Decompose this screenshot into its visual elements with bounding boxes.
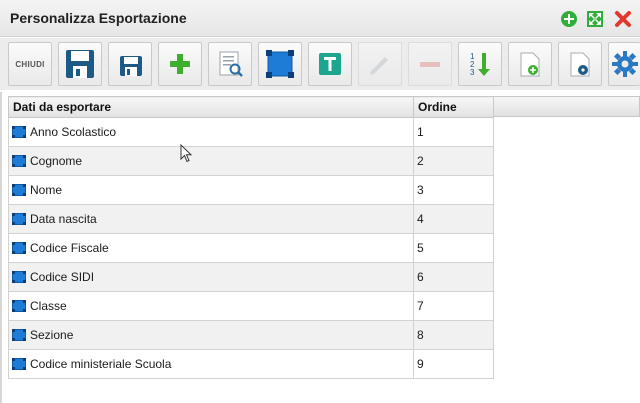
- order-cell[interactable]: 8: [413, 320, 494, 350]
- field-icon: [12, 184, 26, 196]
- export-fields-grid: Dati da esportare Ordine Anno Scolastico…: [8, 96, 640, 386]
- document-info-icon: [570, 52, 590, 77]
- select-field-icon: [266, 50, 294, 78]
- field-icon: [12, 155, 26, 167]
- close-button[interactable]: CHIUDI: [8, 42, 52, 86]
- table-row[interactable]: Sezione 8: [8, 320, 494, 350]
- table-row[interactable]: Nome 3: [8, 175, 494, 205]
- field-icon: [12, 358, 26, 370]
- sort-order-icon: 123: [470, 52, 490, 77]
- field-cell[interactable]: Sezione: [8, 320, 414, 350]
- order-cell[interactable]: 2: [413, 146, 494, 176]
- settings-icon: [611, 51, 638, 77]
- field-icon: [12, 329, 26, 341]
- field-icon: [12, 300, 26, 312]
- order-cell[interactable]: 6: [413, 262, 494, 292]
- save-icon: [66, 50, 94, 78]
- text-icon: [319, 53, 341, 75]
- panel-left-border: [0, 92, 2, 403]
- add-icon: [170, 54, 190, 74]
- title-bar: Personalizza Esportazione: [0, 0, 640, 37]
- select-field-button[interactable]: [258, 42, 302, 86]
- table-row[interactable]: Classe 7: [8, 291, 494, 321]
- dialog-title: Personalizza Esportazione: [10, 10, 187, 26]
- save-as-button[interactable]: [108, 42, 152, 86]
- remove-icon: [420, 62, 440, 67]
- field-cell[interactable]: Data nascita: [8, 204, 414, 234]
- field-label: Cognome: [30, 154, 83, 168]
- field-cell[interactable]: Nome: [8, 175, 414, 205]
- order-cell[interactable]: 3: [413, 175, 494, 205]
- table-body: Anno Scolastico 1 Cognome 2 Nome 3 Data nascit…: [8, 117, 494, 379]
- field-icon: [12, 213, 26, 225]
- order-cell[interactable]: 1: [413, 117, 494, 147]
- document-info-button[interactable]: [558, 42, 602, 86]
- field-label: Anno Scolastico: [30, 125, 117, 139]
- window-maximize-icon[interactable]: [586, 10, 604, 28]
- table-row[interactable]: Cognome 2: [8, 146, 494, 176]
- svg-text:3: 3: [470, 68, 475, 77]
- field-label: Nome: [30, 183, 63, 197]
- order-cell[interactable]: 9: [413, 349, 494, 379]
- close-button-label: CHIUDI: [15, 59, 45, 69]
- window-close-icon[interactable]: [614, 10, 632, 28]
- field-icon: [12, 126, 26, 138]
- edit-button[interactable]: [358, 42, 402, 86]
- field-cell[interactable]: Cognome: [8, 146, 414, 176]
- export-dialog: Personalizza Esportazione CHIUDI 1 2 3 D…: [0, 0, 640, 403]
- table-row[interactable]: Codice SIDI 6: [8, 262, 494, 292]
- field-cell[interactable]: Anno Scolastico: [8, 117, 414, 147]
- field-icon: [12, 242, 26, 254]
- add-button[interactable]: [158, 42, 202, 86]
- column-header-field[interactable]: Dati da esportare: [8, 96, 414, 118]
- preview-button[interactable]: [208, 42, 252, 86]
- field-label: Codice SIDI: [30, 270, 95, 284]
- table-row[interactable]: Data nascita 4: [8, 204, 494, 234]
- document-add-icon: [520, 52, 540, 77]
- column-header-order[interactable]: Ordine: [413, 96, 494, 118]
- field-label: Data nascita: [30, 212, 97, 226]
- order-cell[interactable]: 4: [413, 204, 494, 234]
- document-add-button[interactable]: [508, 42, 552, 86]
- field-label: Codice ministeriale Scuola: [30, 357, 172, 371]
- window-add-icon[interactable]: [560, 10, 578, 28]
- field-cell[interactable]: Classe: [8, 291, 414, 321]
- sort-order-button[interactable]: 123: [458, 42, 502, 86]
- field-label: Classe: [30, 299, 67, 313]
- table-header-row: Dati da esportare Ordine: [8, 96, 494, 118]
- preview-icon: [219, 51, 243, 77]
- order-cell[interactable]: 5: [413, 233, 494, 263]
- save-button[interactable]: [58, 42, 102, 86]
- save-small-icon: [120, 56, 142, 76]
- export-fields-table: Dati da esportare Ordine Anno Scolastico…: [8, 96, 494, 379]
- grid-header-filler: [493, 96, 640, 117]
- field-label: Sezione: [30, 328, 74, 342]
- field-cell[interactable]: Codice SIDI: [8, 262, 414, 292]
- field-label: Codice Fiscale: [30, 241, 109, 255]
- order-cell[interactable]: 7: [413, 291, 494, 321]
- edit-icon: [370, 57, 388, 75]
- field-cell[interactable]: Codice Fiscale: [8, 233, 414, 263]
- field-cell[interactable]: Codice ministeriale Scuola: [8, 349, 414, 379]
- table-row[interactable]: Codice Fiscale 5: [8, 233, 494, 263]
- remove-button[interactable]: [408, 42, 452, 86]
- text-button[interactable]: [308, 42, 352, 86]
- table-row[interactable]: Codice ministeriale Scuola 9: [8, 349, 494, 379]
- field-icon: [12, 271, 26, 283]
- table-row[interactable]: Anno Scolastico 1: [8, 117, 494, 147]
- settings-button[interactable]: [608, 42, 640, 86]
- toolbar: CHIUDI 123: [0, 38, 640, 90]
